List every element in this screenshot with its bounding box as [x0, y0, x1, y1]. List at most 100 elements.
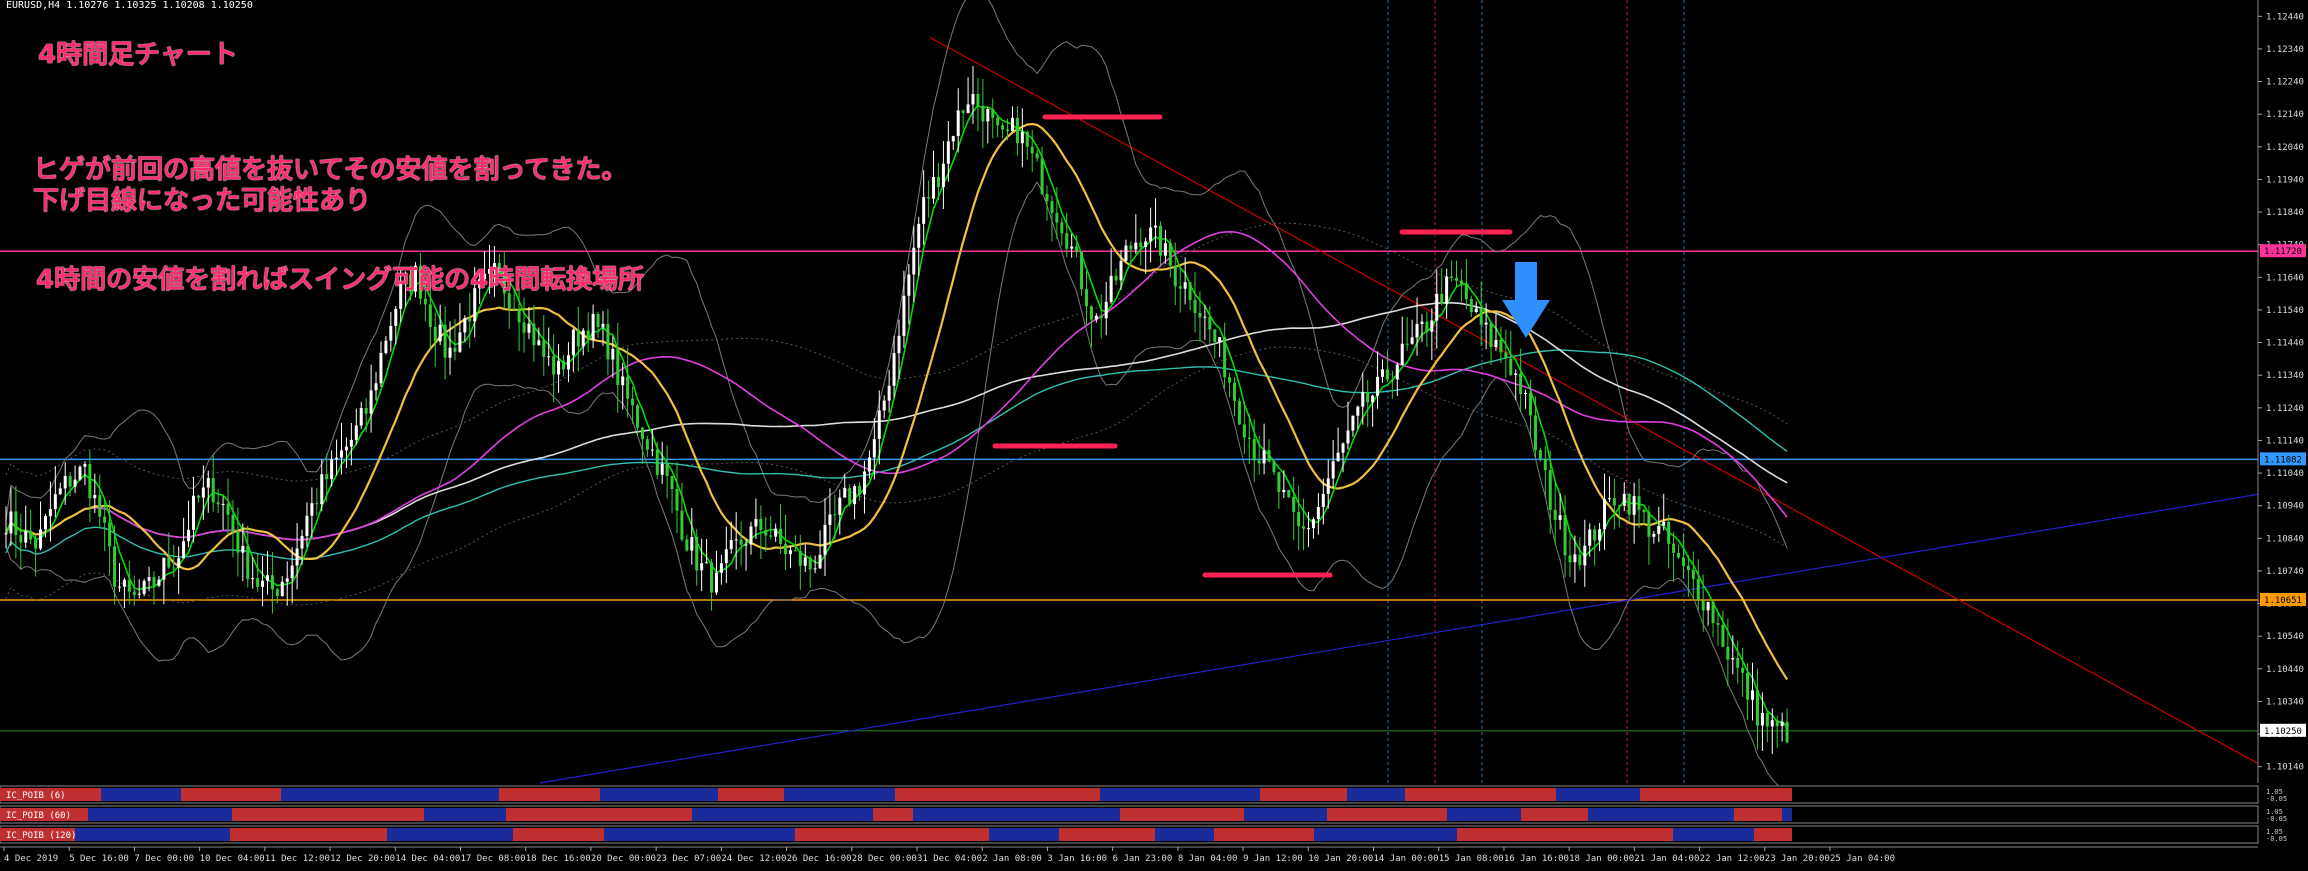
candle-body [1435, 293, 1439, 321]
price-chart[interactable]: 1.12440 1.12340 1.12240 1.12140 1.12040 1.119… [0, 0, 2308, 871]
candle-body [1721, 624, 1725, 647]
candle-body [660, 463, 664, 475]
candle-body [1193, 300, 1197, 313]
candle-body [265, 575, 269, 581]
x-tick-label: 4 Dec 2019 [4, 854, 58, 864]
y-tick-label: 1.10340 [2266, 697, 2304, 707]
x-tick-label: 3 Jan 16:00 [1047, 854, 1107, 864]
x-tick-label: 15 Jan 08:00 [1439, 854, 1504, 864]
candle-body [655, 449, 659, 475]
candle-body [1129, 245, 1133, 250]
candle-body [1351, 415, 1355, 431]
indicator-block [88, 808, 232, 821]
x-tick-label: 11 Dec 12:00 [265, 854, 330, 864]
candle-body [43, 516, 47, 530]
candle-body [724, 549, 728, 564]
chart-window: 1.12440 1.12340 1.12240 1.12140 1.12040 1.119… [0, 0, 2308, 871]
candle-body [1420, 321, 1424, 324]
candle-body [547, 356, 551, 358]
candle-body [542, 340, 546, 357]
candle-body [1464, 283, 1468, 300]
candle-body [1341, 443, 1345, 453]
candle-body [843, 488, 847, 498]
candle-body [1622, 493, 1626, 506]
indicator-block [75, 828, 230, 841]
indicator-label: IC_POIB (6) [6, 791, 66, 801]
candle-body [1726, 646, 1730, 660]
indicator-block [230, 828, 387, 841]
indicator-block [232, 808, 424, 821]
indicator-block [424, 808, 506, 821]
candle-body [1489, 322, 1493, 348]
candle-body [231, 514, 235, 532]
candle-body [1094, 315, 1098, 320]
indicator-block [181, 788, 281, 801]
indicator-block [1214, 828, 1314, 841]
candle-body [1642, 509, 1646, 513]
candle-body [828, 514, 832, 525]
candle-body [1257, 460, 1261, 464]
candle-body [1459, 280, 1463, 284]
candle-body [1109, 275, 1113, 302]
candle-body [1366, 392, 1370, 403]
indicator-block [604, 828, 795, 841]
candle-body [1558, 515, 1562, 520]
candle-body [1632, 496, 1636, 515]
candle-body [1603, 499, 1607, 530]
candle-body [803, 557, 807, 566]
candle-body [1667, 521, 1671, 544]
candle-body [1183, 282, 1187, 289]
annotation-line2: 下げ目線になった可能性あり [33, 186, 372, 216]
candle-body [862, 471, 866, 495]
candle-body [586, 330, 590, 340]
candle-body [216, 502, 220, 505]
candle-body [1287, 489, 1291, 498]
x-tick-label: 17 Dec 08:00 [461, 854, 526, 864]
band-dotted-upper [5, 222, 1788, 482]
candle-body [626, 376, 630, 399]
candle-body [1080, 251, 1084, 290]
indicator-block [513, 828, 604, 841]
candle-body [1089, 306, 1093, 320]
x-tick-label: 21 Jan 04:00 [1634, 854, 1699, 864]
indicator-block [1314, 828, 1457, 841]
candle-body [113, 546, 117, 587]
y-tick-label: 1.10940 [2266, 502, 2304, 512]
candle-body [379, 353, 383, 384]
candle-body [1662, 521, 1666, 526]
candle-body [280, 581, 284, 597]
candle-body [300, 535, 304, 549]
indicator-block [692, 808, 873, 821]
price-level-label: 1.11082 [2264, 455, 2302, 465]
candle-body [1672, 543, 1676, 553]
indicator-block [895, 788, 1100, 801]
candle-body [941, 163, 945, 188]
y-tick-label: 1.12040 [2266, 143, 2304, 153]
candle-body [823, 524, 827, 555]
candle-body [14, 511, 18, 536]
candle-body [887, 385, 891, 401]
candle-body [818, 554, 822, 569]
candle-body [769, 535, 773, 537]
x-tick-label: 16 Jan 16:00 [1504, 854, 1569, 864]
candle-body [1617, 505, 1621, 507]
candle-body [147, 577, 151, 581]
indicator-block [1457, 828, 1673, 841]
candle-body [1677, 552, 1681, 558]
candle-body [1001, 125, 1005, 130]
candle-body [981, 105, 985, 122]
price-level-label: 1.11720 [2264, 247, 2302, 257]
indicator-label: IC_POIB (60) [6, 811, 71, 821]
x-tick-label: 10 Dec 04:00 [200, 854, 265, 864]
candle-body [1627, 493, 1631, 515]
candle-body [616, 348, 620, 386]
candle-body [986, 109, 990, 122]
candle-body [1593, 529, 1597, 541]
candle-body [1588, 529, 1592, 546]
candle-body [670, 476, 674, 490]
y-tick-label: 1.10440 [2266, 665, 2304, 675]
annotation-title: 4時間足チャート [38, 40, 238, 70]
indicator-block [1327, 808, 1447, 821]
candle-body [325, 474, 329, 480]
candle-body [1242, 424, 1246, 438]
